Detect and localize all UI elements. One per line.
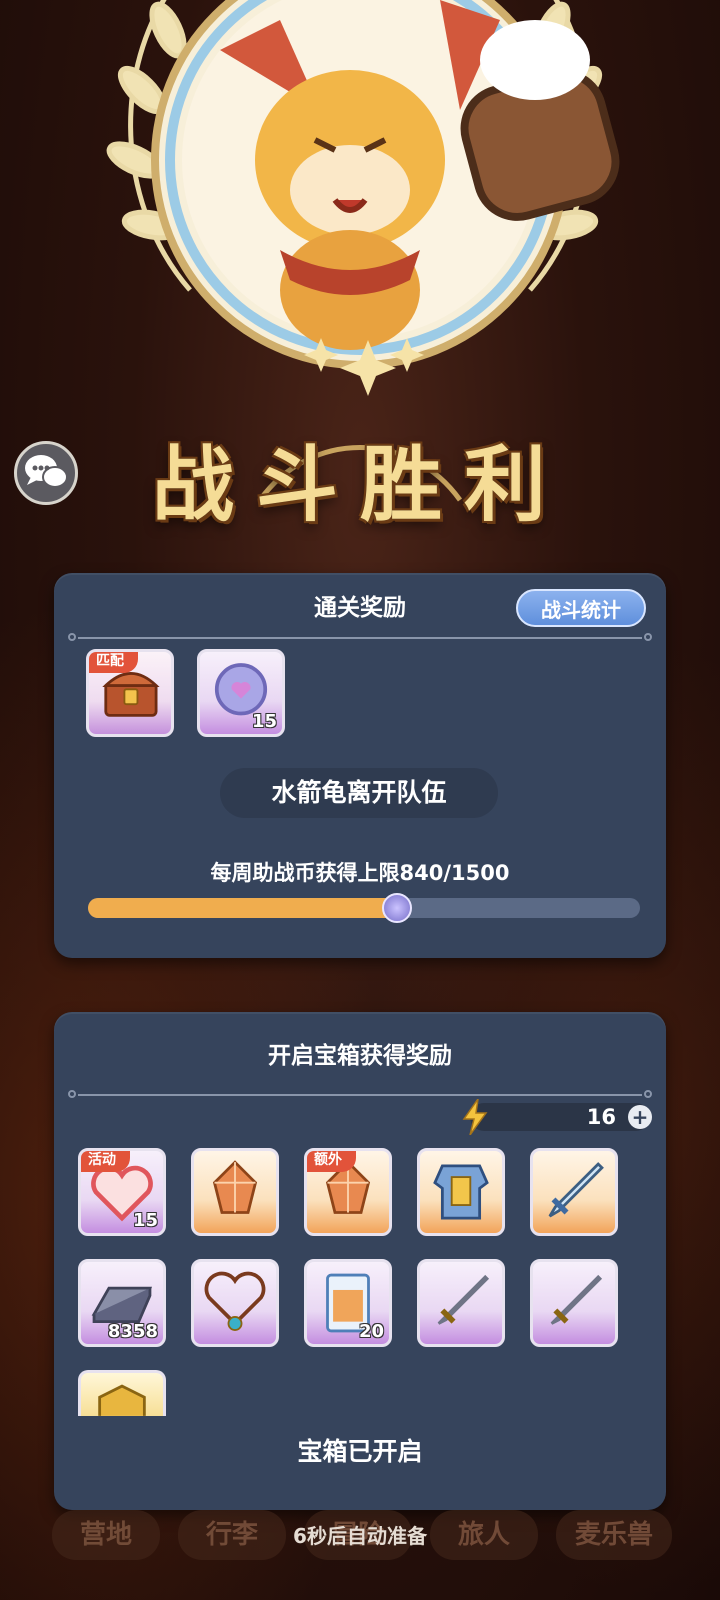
item-count: 20 (358, 1321, 384, 1342)
energy-counter: 16 + (462, 1099, 652, 1135)
reward-item-coin[interactable]: 15 (197, 649, 285, 737)
item-count: 8358 (107, 1321, 158, 1342)
clear-rewards-panel: 通关奖励 战斗统计 匹配 15 水箭龟离开队伍 每周助战币获得上限840/150… (54, 573, 666, 958)
sword-icon (550, 1274, 603, 1325)
orange-crystal-icon (212, 1160, 258, 1214)
match-tag: 匹配 (89, 652, 138, 673)
reward-item-sword[interactable] (417, 1259, 505, 1347)
progress-knob-icon (382, 893, 413, 923)
chest-opened-status: 宝箱已开启 (297, 1437, 423, 1466)
armor-icon (433, 1164, 489, 1220)
party-leave-notice: 水箭龟离开队伍 (220, 768, 498, 818)
chest-rewards-title: 开启宝箱获得奖励 (268, 1043, 452, 1069)
divider (68, 633, 652, 641)
crystal-sword-icon (548, 1162, 604, 1218)
weekly-limit-text: 每周助战币获得上限840/1500 (210, 861, 510, 885)
necklace-icon (204, 1271, 266, 1331)
weekly-progress-bar (88, 893, 640, 923)
auto-ready-text: 6秒后自动准备 (293, 1524, 427, 1548)
sword-icon (437, 1274, 490, 1325)
divider (68, 1090, 652, 1098)
reward-item-crystal-extra[interactable]: 额外 (304, 1148, 392, 1236)
reward-item-ticket[interactable]: 20 (304, 1259, 392, 1347)
energy-value: 16 (586, 1105, 616, 1129)
victory-title: 战斗胜利 (151, 437, 568, 533)
reward-item-armor[interactable] (417, 1148, 505, 1236)
lightning-icon (462, 1099, 488, 1135)
chat-button[interactable] (14, 441, 78, 505)
gold-coin-icon (98, 1384, 146, 1416)
extra-tag: 额外 (307, 1151, 356, 1172)
battle-stats-button[interactable]: 战斗统计 (516, 589, 646, 627)
item-count: 15 (251, 711, 277, 732)
reward-item-sword[interactable] (530, 1259, 618, 1347)
item-count: 15 (132, 1210, 158, 1231)
chat-bubbles-icon (25, 455, 68, 488)
reward-item-necklace[interactable] (191, 1259, 279, 1347)
reward-item-crystal-sword[interactable] (530, 1148, 618, 1236)
event-tag: 活动 (81, 1151, 130, 1172)
add-energy-button[interactable]: + (628, 1105, 652, 1129)
chest-rewards-panel: 开启宝箱获得奖励 16 + 活动 15 额外 8358 20 宝箱已开启 (54, 1012, 666, 1510)
reward-item-gold-coin[interactable] (78, 1370, 166, 1416)
progress-fill (88, 898, 398, 918)
reward-item-heart[interactable]: 活动 15 (78, 1148, 166, 1236)
reward-item-chest[interactable]: 匹配 (86, 649, 174, 737)
reward-item-iron[interactable]: 8358 (78, 1259, 166, 1347)
reward-item-crystal[interactable] (191, 1148, 279, 1236)
